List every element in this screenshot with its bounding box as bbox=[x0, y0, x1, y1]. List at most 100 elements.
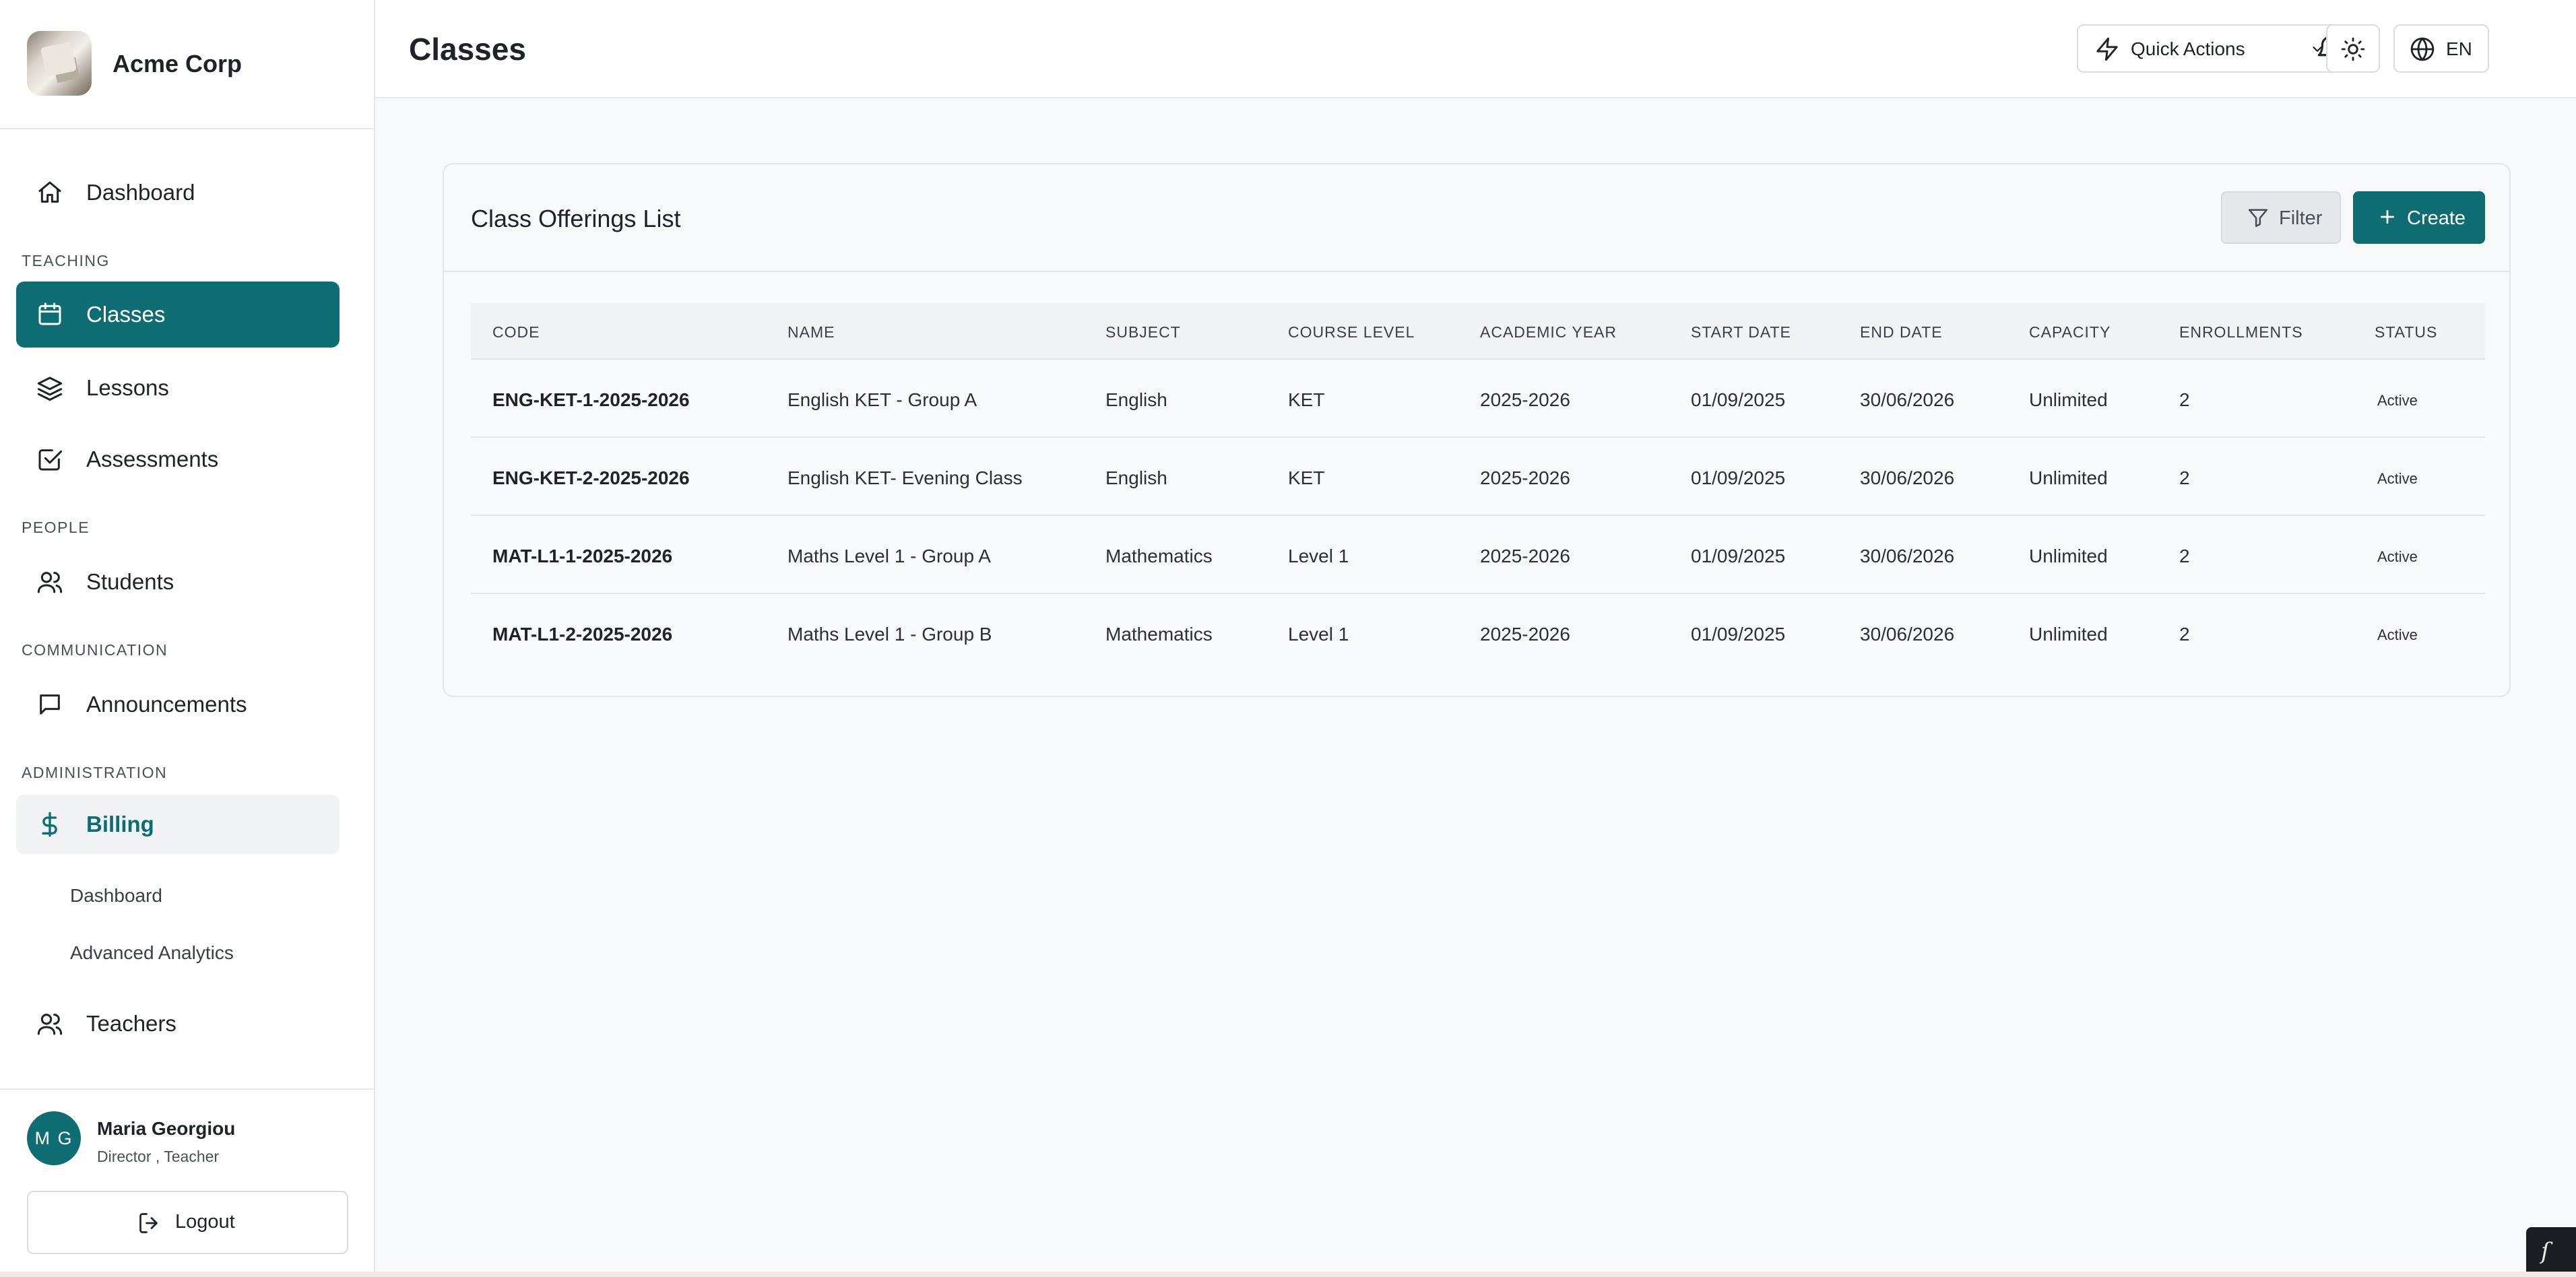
cell-code: ENG-KET-2-2025-2026 bbox=[492, 467, 690, 488]
cell-name: English KET - Group A bbox=[787, 389, 977, 410]
user-role: Director , Teacher bbox=[97, 1148, 220, 1165]
sidebar: Acme Corp Dashboard TEACHING Classes Les… bbox=[0, 0, 375, 1277]
cell-course-level: KET bbox=[1288, 389, 1325, 410]
sun-icon bbox=[2340, 36, 2366, 62]
language-button[interactable]: EN bbox=[2393, 24, 2489, 73]
cell-code: ENG-KET-1-2025-2026 bbox=[492, 389, 690, 410]
filter-label: Filter bbox=[2279, 207, 2323, 229]
cell-start-date: 01/09/2025 bbox=[1691, 624, 1786, 645]
sidebar-subitem-billing-dashboard[interactable]: Dashboard bbox=[70, 885, 162, 907]
cell-subject: English bbox=[1105, 389, 1167, 410]
cell-academic-year: 2025-2026 bbox=[1480, 546, 1570, 566]
sidebar-item-lessons[interactable]: Lessons bbox=[16, 356, 340, 420]
cell-code: MAT-L1-2-2025-2026 bbox=[492, 624, 673, 645]
brand-header: Acme Corp bbox=[0, 0, 374, 129]
cell-start-date: 01/09/2025 bbox=[1691, 546, 1786, 566]
checkbox-icon bbox=[36, 446, 63, 473]
globe-icon bbox=[2410, 36, 2435, 62]
filter-icon bbox=[2247, 206, 2269, 229]
bottom-strip bbox=[0, 1272, 2576, 1277]
table-row[interactable]: MAT-L1-2-2025-2026 Maths Level 1 - Group… bbox=[471, 594, 2485, 672]
cell-capacity: Unlimited bbox=[2029, 624, 2108, 645]
cell-end-date: 30/06/2026 bbox=[1860, 546, 1955, 566]
class-offerings-card: Class Offerings List Filter Create CODE … bbox=[443, 163, 2511, 697]
sidebar-subitem-advanced-analytics[interactable]: Advanced Analytics bbox=[70, 942, 234, 964]
user-name: Maria Georgiou bbox=[97, 1118, 236, 1139]
sidebar-item-label: Classes bbox=[86, 302, 166, 327]
status-badge: Active bbox=[2377, 626, 2418, 643]
cell-course-level: KET bbox=[1288, 467, 1325, 488]
cell-subject: English bbox=[1105, 467, 1167, 488]
card-header: Class Offerings List Filter Create bbox=[444, 164, 2509, 272]
table-row[interactable]: ENG-KET-2-2025-2026 English KET- Evening… bbox=[471, 438, 2485, 516]
column-header-enrollments[interactable]: ENROLLMENTS bbox=[2179, 323, 2303, 341]
cell-academic-year: 2025-2026 bbox=[1480, 467, 1570, 488]
layers-icon bbox=[36, 374, 63, 401]
card-title: Class Offerings List bbox=[471, 205, 681, 232]
cell-enrollments: 2 bbox=[2179, 389, 2190, 410]
dev-toolbar-toggle[interactable]: ſ bbox=[2526, 1227, 2576, 1277]
logout-label: Logout bbox=[175, 1211, 235, 1233]
section-label-people: PEOPLE bbox=[22, 519, 90, 536]
cell-capacity: Unlimited bbox=[2029, 389, 2108, 410]
filter-button[interactable]: Filter bbox=[2221, 191, 2341, 244]
cell-enrollments: 2 bbox=[2179, 624, 2190, 645]
sidebar-item-label: Announcements bbox=[86, 692, 247, 717]
column-header-end-date[interactable]: END DATE bbox=[1860, 323, 1943, 341]
column-header-name[interactable]: NAME bbox=[787, 323, 835, 341]
logout-button[interactable]: Logout bbox=[27, 1191, 348, 1254]
cell-end-date: 30/06/2026 bbox=[1860, 467, 1955, 488]
sidebar-item-announcements[interactable]: Announcements bbox=[16, 672, 340, 737]
sidebar-item-teachers[interactable]: Teachers bbox=[16, 991, 340, 1056]
cell-start-date: 01/09/2025 bbox=[1691, 389, 1786, 410]
column-header-code[interactable]: CODE bbox=[492, 323, 540, 341]
sidebar-item-assessments[interactable]: Assessments bbox=[16, 427, 340, 492]
sidebar-item-label: Teachers bbox=[86, 1011, 176, 1036]
cell-name: Maths Level 1 - Group B bbox=[787, 624, 992, 645]
symfony-icon: ſ bbox=[2541, 1238, 2550, 1265]
section-label-teaching: TEACHING bbox=[22, 252, 110, 269]
column-header-start-date[interactable]: START DATE bbox=[1691, 323, 1791, 341]
column-header-course-level[interactable]: COURSE LEVEL bbox=[1288, 323, 1415, 341]
status-badge: Active bbox=[2377, 548, 2418, 565]
plus-icon bbox=[2377, 207, 2397, 227]
column-header-capacity[interactable]: CAPACITY bbox=[2029, 323, 2111, 341]
cell-subject: Mathematics bbox=[1105, 546, 1213, 566]
brand-name: Acme Corp bbox=[112, 50, 243, 77]
cell-name: Maths Level 1 - Group A bbox=[787, 546, 991, 566]
zap-icon bbox=[2094, 36, 2120, 62]
users-icon bbox=[36, 1010, 63, 1037]
column-header-academic-year[interactable]: ACADEMIC YEAR bbox=[1480, 323, 1617, 341]
section-label-communication: COMMUNICATION bbox=[22, 641, 168, 659]
user-profile: M G Maria Georgiou Director , Teacher Lo… bbox=[0, 1088, 374, 1277]
cell-start-date: 01/09/2025 bbox=[1691, 467, 1786, 488]
sidebar-item-dashboard[interactable]: Dashboard bbox=[16, 160, 340, 225]
table-header: CODE NAME SUBJECT COURSE LEVEL ACADEMIC … bbox=[471, 303, 2485, 360]
column-header-subject[interactable]: SUBJECT bbox=[1105, 323, 1181, 341]
cell-enrollments: 2 bbox=[2179, 546, 2190, 566]
logout-icon bbox=[137, 1211, 162, 1235]
theme-toggle-button[interactable] bbox=[2326, 24, 2380, 73]
language-label: EN bbox=[2446, 38, 2472, 59]
dollar-icon bbox=[36, 811, 63, 838]
sidebar-item-billing[interactable]: Billing bbox=[16, 795, 340, 854]
cell-course-level: Level 1 bbox=[1288, 546, 1349, 566]
column-header-status[interactable]: STATUS bbox=[2375, 323, 2437, 341]
sidebar-item-label: Assessments bbox=[86, 447, 219, 471]
cell-academic-year: 2025-2026 bbox=[1480, 624, 1570, 645]
top-header: Classes Quick Actions EN bbox=[375, 0, 2576, 98]
sidebar-item-label: Dashboard bbox=[86, 180, 195, 205]
brand-logo bbox=[27, 31, 92, 96]
calendar-icon bbox=[36, 300, 63, 327]
table-row[interactable]: ENG-KET-1-2025-2026 English KET - Group … bbox=[471, 360, 2485, 438]
quick-actions-button[interactable]: Quick Actions bbox=[2077, 24, 2338, 73]
sidebar-item-students[interactable]: Students bbox=[16, 550, 340, 614]
status-badge: Active bbox=[2377, 470, 2418, 487]
cell-academic-year: 2025-2026 bbox=[1480, 389, 1570, 410]
cell-enrollments: 2 bbox=[2179, 467, 2190, 488]
create-button[interactable]: Create bbox=[2353, 191, 2485, 244]
table-row[interactable]: MAT-L1-1-2025-2026 Maths Level 1 - Group… bbox=[471, 516, 2485, 594]
sidebar-item-classes[interactable]: Classes bbox=[16, 282, 340, 348]
home-icon bbox=[36, 179, 63, 206]
cell-subject: Mathematics bbox=[1105, 624, 1213, 645]
